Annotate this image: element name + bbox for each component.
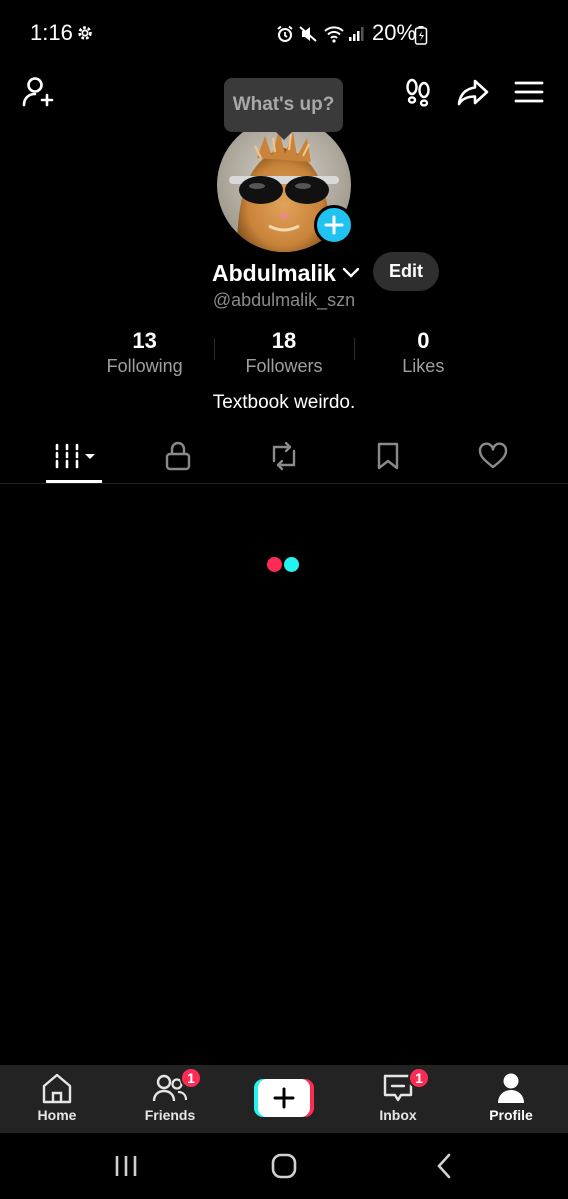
footprints-icon (406, 78, 430, 107)
display-name: Abdulmalik (212, 259, 336, 286)
bottom-nav: Home 1 Friends 1 Inbox Profile (0, 1065, 568, 1133)
status-time: 1:16 (30, 20, 73, 45)
tab-private[interactable] (148, 430, 208, 482)
menu-button[interactable] (511, 74, 547, 110)
stat-label: Followers (245, 356, 323, 376)
system-nav-bar (0, 1133, 568, 1199)
menu-icon (514, 81, 544, 103)
tab-favorites[interactable] (358, 430, 418, 482)
stat-value: 13 (132, 328, 157, 353)
recents-icon (115, 1156, 137, 1176)
account-switcher[interactable]: Abdulmalik (212, 256, 360, 290)
bookmark-icon (377, 442, 399, 470)
battery-charging-icon (414, 26, 428, 45)
profile-icon (498, 1073, 524, 1103)
nav-friends[interactable]: 1 Friends (125, 1067, 215, 1129)
stat-label: Likes (402, 356, 445, 376)
share-profile-button[interactable] (455, 74, 491, 110)
plus-icon (273, 1087, 295, 1109)
back-icon (437, 1153, 451, 1179)
stat-value: 18 (271, 328, 297, 353)
alarm-icon (277, 25, 293, 42)
nav-home[interactable]: Home (12, 1071, 102, 1129)
stat-likes[interactable]: 0 Likes (353, 328, 493, 378)
edit-profile-button[interactable]: Edit (373, 252, 439, 291)
nav-label: Friends (144, 1107, 196, 1123)
friends-badge: 1 (180, 1067, 202, 1089)
mute-icon (299, 26, 317, 42)
loading-indicator (267, 557, 299, 572)
loader-dot-red (267, 557, 282, 572)
nav-label: Profile (489, 1107, 533, 1123)
stat-label: Following (106, 356, 183, 376)
nav-inbox[interactable]: 1 Inbox (353, 1067, 443, 1129)
nav-profile[interactable]: Profile (466, 1071, 556, 1129)
tab-liked[interactable] (463, 430, 523, 482)
add-friend-button[interactable] (20, 74, 56, 110)
back-button[interactable] (424, 1149, 464, 1183)
profile-views-button[interactable] (400, 74, 436, 110)
nav-label: Home (37, 1107, 77, 1123)
nav-label: Inbox (379, 1107, 417, 1123)
recents-button[interactable] (106, 1149, 146, 1183)
lock-icon (165, 441, 191, 471)
stat-value: 0 (417, 328, 430, 353)
signal-icon (349, 27, 364, 41)
username: @abdulmalik_szn (212, 290, 356, 310)
home-button[interactable] (264, 1149, 304, 1183)
profile-stats: 13 Following 18 Followers 0 Likes (75, 328, 493, 378)
loader-dot-cyan (284, 557, 299, 572)
tab-videos[interactable] (46, 430, 106, 482)
status-prompt-bubble[interactable]: What's up? (224, 78, 343, 140)
add-story-button[interactable] (314, 205, 354, 245)
home-circle-icon (271, 1153, 297, 1179)
bio: Textbook weirdo. (212, 392, 356, 413)
repost-icon (272, 441, 296, 471)
status-bar: 1:16 20% (0, 0, 568, 68)
add-friend-icon (22, 77, 54, 107)
stat-following[interactable]: 13 Following (75, 328, 214, 378)
home-icon (42, 1073, 72, 1104)
chevron-down-icon (342, 267, 360, 278)
active-tab-indicator (46, 480, 102, 483)
share-icon (457, 79, 489, 106)
stat-followers[interactable]: 18 Followers (214, 328, 353, 378)
videos-grid-icon (55, 443, 95, 469)
settings-icon (78, 26, 92, 40)
inbox-badge: 1 (408, 1067, 430, 1089)
create-button[interactable] (254, 1079, 314, 1117)
content-tabs (0, 430, 568, 484)
battery-percent: 20% (372, 20, 417, 45)
tab-reposts[interactable] (254, 430, 314, 482)
plus-icon (324, 215, 344, 235)
heart-icon (478, 442, 508, 469)
wifi-icon (324, 26, 344, 43)
